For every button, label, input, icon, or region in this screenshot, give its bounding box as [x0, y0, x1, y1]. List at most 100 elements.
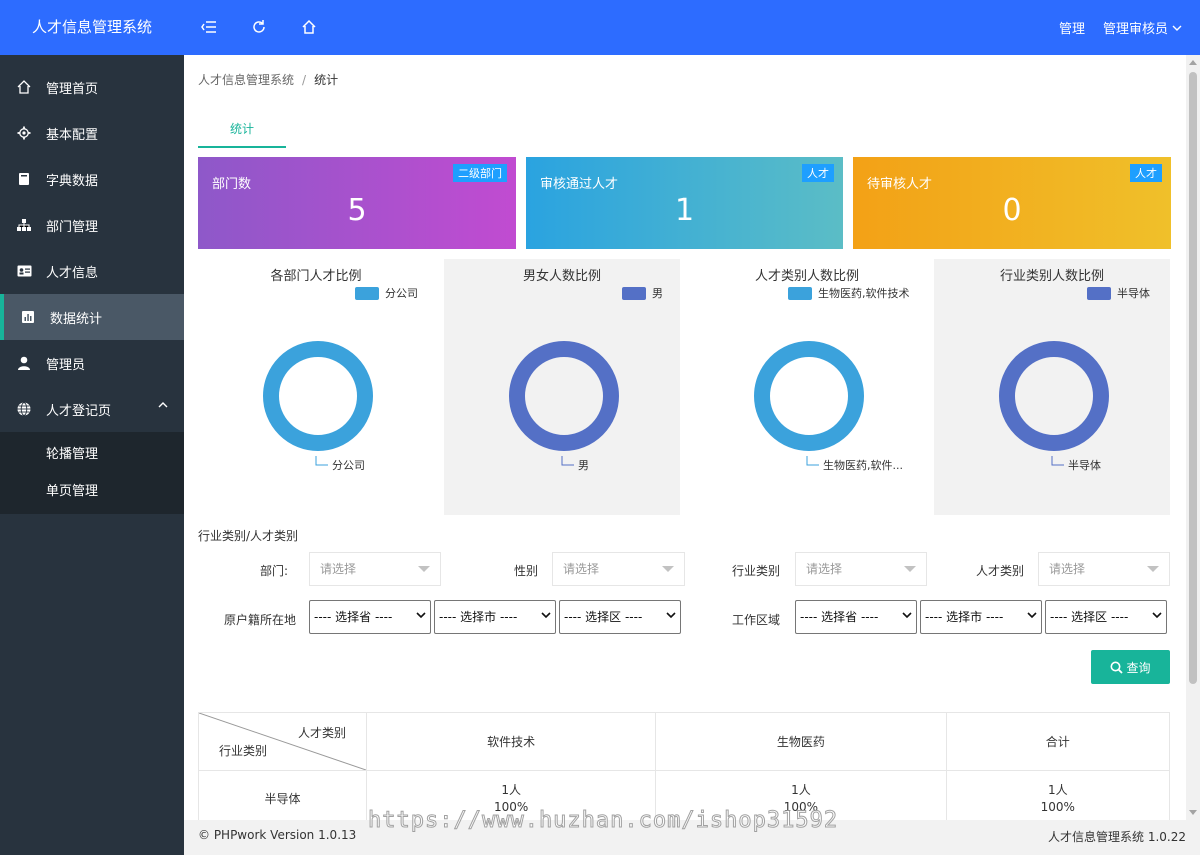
origin-label: 原户籍所在地 — [223, 613, 296, 627]
top-header: 人才信息管理系统 管理 管理审核员 — [0, 0, 1200, 55]
origin-city-select[interactable]: ---- 选择市 ---- — [434, 600, 556, 634]
gender-label: 性别 — [513, 564, 538, 578]
sidebar-subitem-carousel[interactable]: 轮播管理 — [0, 436, 184, 473]
talent-type-select-placeholder: 请选择 — [1049, 562, 1086, 576]
chevron-down-icon — [541, 612, 551, 619]
stat-card-value: 1 — [674, 193, 695, 228]
stat-card-badge: 人才 — [802, 164, 834, 182]
sidebar-subnav: 轮播管理 单页管理 — [0, 432, 184, 514]
footer-version: © PHPwork Version 1.0.13 — [198, 828, 357, 842]
sidebar-item-dictionary[interactable]: 字典数据 — [0, 156, 184, 202]
donut-slice[interactable] — [509, 341, 619, 451]
footer-app-version: 人才信息管理系统 1.0.22 — [1048, 830, 1186, 844]
menu-toggle-icon[interactable] — [200, 18, 218, 36]
breadcrumb-root[interactable]: 人才信息管理系统 — [198, 73, 294, 87]
sidebar: 管理首页 基本配置 字典数据 部门管理 人才信息 数据统计 管理员 人才登记页 … — [0, 55, 184, 855]
sidebar-item-config[interactable]: 基本配置 — [0, 110, 184, 156]
gear-icon — [16, 125, 32, 141]
gender-select[interactable]: 请选择 — [552, 552, 685, 586]
sidebar-item-label: 管理员 — [46, 357, 86, 373]
donut-chart-industry: 行业类别人数比例 半导体 半导体 — [934, 259, 1170, 515]
industry-select[interactable]: 请选择 — [795, 552, 927, 586]
breadcrumb: 人才信息管理系统 / 统计 — [198, 71, 338, 88]
cell-count: 1人 — [501, 782, 521, 797]
table-row-label: 半导体 — [198, 770, 367, 820]
stat-card-badge: 二级部门 — [453, 164, 507, 182]
sidebar-subitem-single-page[interactable]: 单页管理 — [0, 473, 184, 510]
stat-card-badge: 人才 — [1130, 164, 1162, 182]
corner-bottom-label: 行业类别 — [219, 744, 268, 758]
chevron-down-icon — [902, 612, 912, 619]
sidebar-item-home[interactable]: 管理首页 — [0, 64, 184, 110]
stats-table: 人才类别 行业类别 软件技术 生物医药 合计 半导体 1人 100% 1人 10… — [198, 712, 1171, 820]
sidebar-item-label: 人才登记页 — [46, 403, 112, 419]
cell-count: 1人 — [791, 782, 811, 797]
scrollbar-thumb[interactable] — [1189, 72, 1197, 684]
leader-line — [315, 456, 328, 466]
donut-chart-talent-type: 人才类别人数比例 生物医药,软件技术 生物医药,软件... — [689, 259, 925, 515]
work-city-select[interactable]: ---- 选择市 ---- — [920, 600, 1042, 634]
leader-line — [561, 456, 574, 466]
table-corner-cell: 人才类别 行业类别 — [198, 712, 367, 771]
filter-section-title: 行业类别/人才类别 — [198, 529, 299, 543]
slice-label: 分公司 — [332, 459, 365, 472]
work-province-value: ---- 选择省 ---- — [800, 610, 879, 624]
search-icon — [1110, 661, 1124, 674]
origin-province-select[interactable]: ---- 选择省 ---- — [309, 600, 431, 634]
sidebar-item-label: 管理首页 — [46, 81, 99, 97]
query-button-label: 查询 — [1126, 660, 1151, 675]
slice-label: 生物医药,软件... — [823, 458, 903, 472]
user-icon — [16, 355, 32, 371]
chevron-down-icon — [1152, 612, 1162, 619]
sidebar-item-label: 数据统计 — [50, 311, 103, 327]
department-select[interactable]: 请选择 — [309, 552, 441, 586]
home-icon — [16, 79, 32, 95]
caret-down-icon — [662, 566, 674, 572]
donut-slice[interactable] — [263, 341, 373, 451]
slice-label: 半导体 — [1068, 458, 1101, 472]
donut-chart-gender: 男女人数比例 男 男 — [444, 259, 680, 515]
stat-card-value: 5 — [347, 193, 367, 228]
stat-card-value: 0 — [1002, 193, 1022, 228]
department-label: 部门: — [259, 564, 288, 578]
sidebar-item-registration[interactable]: 人才登记页 — [0, 386, 184, 432]
leader-line — [806, 456, 819, 466]
gender-select-placeholder: 请选择 — [563, 562, 600, 576]
sidebar-item-statistics[interactable]: 数据统计 — [0, 294, 184, 340]
tab-statistics[interactable]: 统计 — [198, 115, 286, 148]
vertical-scrollbar[interactable] — [1186, 55, 1200, 820]
sidebar-item-label: 基本配置 — [46, 127, 99, 143]
refresh-icon[interactable] — [250, 18, 268, 36]
table-column-header: 软件技术 — [365, 712, 657, 771]
home-icon[interactable] — [300, 18, 318, 36]
donut-slice[interactable] — [999, 341, 1109, 451]
stat-card-pending: 待审核人才 人才 0 — [853, 157, 1171, 249]
chevron-down-icon — [416, 612, 426, 619]
query-button[interactable]: 查询 — [1091, 650, 1170, 684]
book-icon — [16, 171, 32, 187]
user-menu[interactable]: 管理审核员 — [1103, 18, 1182, 37]
donut-chart-department: 各部门人才比例 分公司 分公司 — [198, 259, 434, 515]
sidebar-item-department[interactable]: 部门管理 — [0, 202, 184, 248]
industry-select-placeholder: 请选择 — [806, 562, 843, 576]
scroll-up-icon[interactable] — [1189, 60, 1197, 65]
cell-percent: 100% — [1040, 799, 1075, 814]
breadcrumb-separator: / — [302, 73, 307, 87]
sidebar-item-label: 人才信息 — [46, 265, 99, 281]
app-logo[interactable]: 人才信息管理系统 — [0, 0, 184, 55]
sidebar-item-admins[interactable]: 管理员 — [0, 340, 184, 386]
talent-type-label: 人才类别 — [975, 564, 1024, 578]
slice-label: 男 — [578, 459, 589, 472]
origin-district-select[interactable]: ---- 选择区 ---- — [559, 600, 681, 634]
donut-slice[interactable] — [754, 341, 864, 451]
sidebar-item-label: 字典数据 — [46, 173, 99, 189]
manage-link[interactable]: 管理 — [1059, 18, 1085, 37]
work-city-value: ---- 选择市 ---- — [925, 610, 1004, 624]
talent-type-select[interactable]: 请选择 — [1038, 552, 1170, 586]
table-cell: 1人 100% — [945, 770, 1171, 820]
work-province-select[interactable]: ---- 选择省 ---- — [795, 600, 917, 634]
scroll-down-icon[interactable] — [1189, 810, 1197, 815]
work-district-select[interactable]: ---- 选择区 ---- — [1045, 600, 1167, 634]
sidebar-item-talent-info[interactable]: 人才信息 — [0, 248, 184, 294]
chevron-down-icon — [666, 612, 676, 619]
